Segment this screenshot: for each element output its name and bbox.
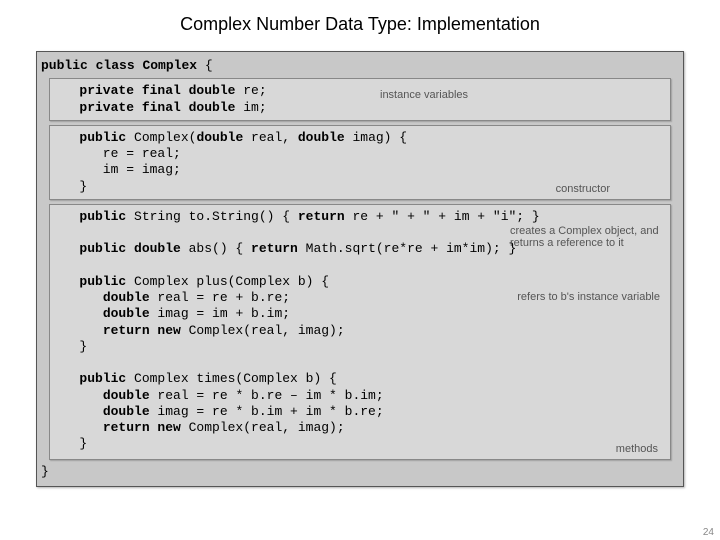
plus-line-3: double imag = im + b.im; (56, 306, 664, 322)
times-line-4: return new Complex(real, imag); (56, 420, 664, 436)
instance-vars-label: instance variables (380, 89, 468, 101)
page-number: 24 (703, 527, 714, 538)
blank-2 (56, 258, 664, 274)
ctor-line-2: re = real; (56, 146, 664, 162)
class-close: } (41, 464, 679, 480)
creates-object-label: creates a Complex object, and returns a … (510, 225, 660, 249)
times-line-2: double real = re * b.re – im * b.im; (56, 388, 664, 404)
plus-line-4: return new Complex(real, imag); (56, 323, 664, 339)
blank-3 (56, 355, 664, 371)
times-line-1: public Complex times(Complex b) { (56, 371, 664, 387)
plus-line-1: public Complex plus(Complex b) { (56, 274, 664, 290)
refers-instance-label: refers to b's instance variable (517, 291, 660, 303)
times-line-3: double imag = re * b.im + im * b.re; (56, 404, 664, 420)
methods-box: public String to.String() { return re + … (49, 204, 671, 460)
plus-line-5: } (56, 339, 664, 355)
methods-label: methods (616, 443, 658, 455)
ctor-line-3: im = imag; (56, 162, 664, 178)
slide-title: Complex Number Data Type: Implementation (0, 0, 720, 45)
instance-vars-box: private final double re; private final d… (49, 78, 671, 121)
constructor-label: constructor (556, 183, 610, 195)
ivar-line-2: private final double im; (56, 100, 664, 116)
constructor-box: public Complex(double real, double imag)… (49, 125, 671, 200)
code-outer-box: public class Complex { private final dou… (36, 51, 684, 487)
tostring-line: public String to.String() { return re + … (56, 209, 664, 225)
times-line-5: } (56, 436, 664, 452)
class-declaration: public class Complex { (41, 58, 679, 74)
ivar-line-1: private final double re; (56, 83, 664, 99)
ctor-line-1: public Complex(double real, double imag)… (56, 130, 664, 146)
